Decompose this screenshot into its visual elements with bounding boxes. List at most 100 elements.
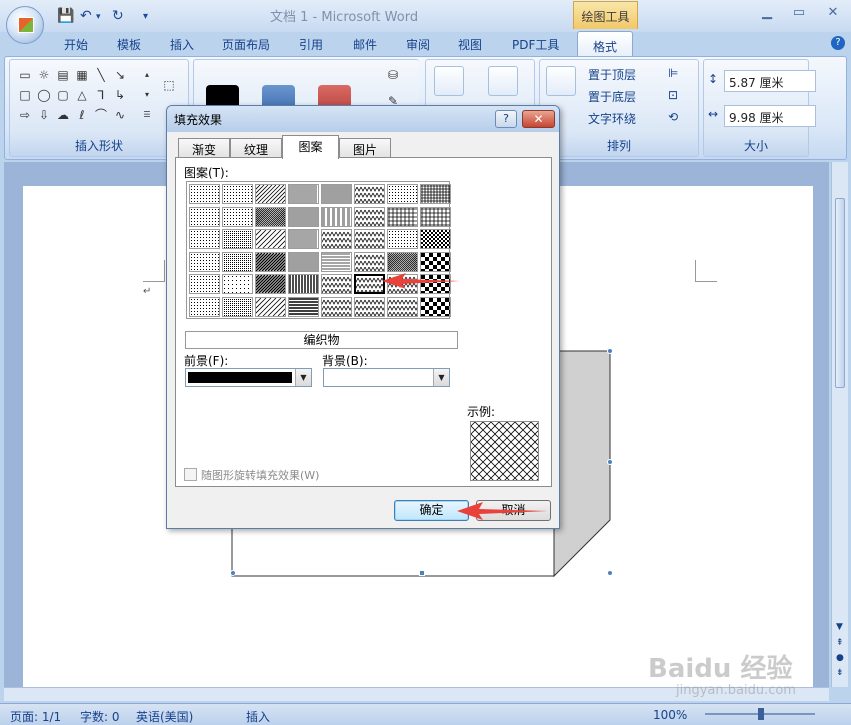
dialog-close-button[interactable]: ✕: [522, 110, 555, 128]
pattern-swatch[interactable]: [222, 251, 253, 272]
pattern-swatch[interactable]: [189, 184, 220, 204]
scroll-down-icon[interactable]: ▼: [836, 622, 843, 632]
text-wrap-button[interactable]: 文字环绕: [588, 110, 636, 127]
tab-texture[interactable]: 纹理: [230, 138, 282, 158]
callout-shape-icon[interactable]: ☁: [56, 108, 70, 122]
tab-review[interactable]: 审阅: [406, 36, 430, 53]
pattern-swatch[interactable]: [237, 251, 302, 272]
rotate-icon[interactable]: ⟲: [668, 110, 678, 124]
fill-color-icon[interactable]: ⛁: [386, 68, 400, 82]
pattern-swatch[interactable]: [321, 206, 352, 227]
oval-shape-icon[interactable]: ◯: [37, 88, 51, 102]
pattern-swatch[interactable]: [288, 229, 319, 249]
tab-references[interactable]: 引用: [299, 36, 323, 53]
tab-mailings[interactable]: 邮件: [353, 36, 377, 53]
arrow-line-shape-icon[interactable]: ↘: [113, 68, 127, 82]
maximize-icon[interactable]: ▭: [789, 5, 809, 20]
pattern-swatch[interactable]: [189, 274, 220, 294]
pattern-swatch[interactable]: [352, 229, 386, 249]
pattern-swatch[interactable]: [222, 206, 253, 227]
zoom-level[interactable]: 100%: [653, 708, 687, 722]
textbox-shape-icon[interactable]: ▭: [18, 68, 32, 82]
down-arrow-shape-icon[interactable]: ⇩: [37, 108, 51, 122]
pattern-swatch[interactable]: [420, 251, 453, 273]
chevron-down-icon[interactable]: ▼: [295, 369, 311, 386]
right-arrow-shape-icon[interactable]: ⇨: [18, 108, 32, 122]
elbow-connector-icon[interactable]: ⅂: [94, 88, 108, 102]
resize-handle[interactable]: [607, 459, 613, 465]
pattern-swatch[interactable]: [288, 274, 319, 294]
pattern-swatch[interactable]: [369, 251, 435, 272]
pattern-swatch[interactable]: [420, 229, 451, 249]
pattern-swatch[interactable]: [387, 229, 418, 249]
pattern-swatch[interactable]: [237, 274, 302, 294]
undo-icon[interactable]: ↶: [80, 8, 92, 24]
insert-mode-indicator[interactable]: 插入: [246, 708, 270, 725]
tab-pattern[interactable]: 图案: [282, 135, 339, 159]
pattern-swatch[interactable]: [387, 206, 418, 227]
scroll-thumb[interactable]: [835, 198, 845, 388]
threed-effect-button[interactable]: [488, 66, 518, 96]
pattern-swatch[interactable]: [321, 184, 352, 204]
vertical-scrollbar[interactable]: ▼ ⇞ ● ⇟: [831, 162, 848, 687]
close-window-icon[interactable]: ✕: [823, 5, 843, 20]
curved-connector-icon[interactable]: ↳: [113, 88, 127, 102]
pattern-swatch[interactable]: [288, 206, 319, 227]
word-count[interactable]: 字数: 0: [80, 708, 120, 725]
chevron-down-icon[interactable]: ▼: [433, 369, 449, 386]
help-icon[interactable]: ?: [831, 36, 845, 50]
pattern-swatch[interactable]: [319, 296, 353, 317]
curve-shape-icon[interactable]: ∿: [113, 108, 127, 122]
pattern-swatch[interactable]: [319, 274, 353, 294]
minimize-icon[interactable]: ▁: [757, 5, 777, 20]
pattern-swatch[interactable]: [237, 184, 301, 204]
resize-handle[interactable]: [607, 348, 613, 354]
pattern-swatch[interactable]: [189, 229, 220, 249]
tab-insert[interactable]: 插入: [170, 36, 194, 53]
tab-template[interactable]: 模板: [117, 36, 141, 53]
office-button[interactable]: [6, 6, 44, 44]
pattern-swatch[interactable]: [288, 296, 319, 317]
tab-format[interactable]: 格式: [577, 31, 633, 57]
pattern-swatch[interactable]: [189, 206, 220, 227]
resize-handle[interactable]: [230, 570, 236, 576]
shape-height-input[interactable]: 5.87 厘米: [724, 70, 816, 92]
pattern-swatch[interactable]: [385, 296, 419, 317]
pattern-swatch[interactable]: [189, 251, 220, 272]
language-indicator[interactable]: 英语(美国): [136, 708, 193, 725]
edit-shape-icon[interactable]: ⬚: [162, 78, 176, 92]
pattern-swatch[interactable]: [237, 296, 302, 317]
pattern-swatch[interactable]: [237, 229, 302, 249]
pattern-swatch[interactable]: [420, 206, 451, 227]
pattern-swatch[interactable]: [352, 251, 386, 272]
shadow-effect-button[interactable]: [434, 66, 464, 96]
pattern-swatch[interactable]: [387, 184, 418, 204]
tab-gradient[interactable]: 渐变: [178, 138, 230, 158]
position-button[interactable]: [546, 66, 576, 96]
rotate-with-shape-checkbox[interactable]: [184, 468, 197, 481]
sun-shape-icon[interactable]: ☼: [37, 68, 51, 82]
tab-home[interactable]: 开始: [64, 36, 88, 53]
shapes-scroll-down-icon[interactable]: ▾: [140, 88, 154, 102]
pattern-swatch[interactable]: [321, 251, 352, 272]
save-icon[interactable]: 💾: [57, 8, 74, 24]
resize-handle[interactable]: [419, 570, 425, 576]
undo-dropdown-icon[interactable]: ▾: [96, 12, 101, 22]
page-indicator[interactable]: 页面: 1/1: [10, 708, 61, 725]
redo-icon[interactable]: ↻: [112, 8, 124, 24]
customize-qat-icon[interactable]: ▾: [143, 11, 148, 22]
next-page-icon[interactable]: ⇟: [836, 668, 844, 678]
pattern-swatch[interactable]: [222, 296, 253, 317]
shapes-more-icon[interactable]: ☰: [140, 108, 154, 122]
pattern-swatch[interactable]: [352, 206, 386, 227]
freeform-shape-icon[interactable]: ℓ: [75, 108, 89, 122]
dialog-help-button[interactable]: ?: [495, 110, 517, 128]
shape-width-input[interactable]: 9.98 厘米: [724, 105, 816, 127]
pattern-swatch[interactable]: [237, 206, 303, 227]
pattern-swatch[interactable]: [288, 184, 319, 204]
pattern-swatch[interactable]: [222, 274, 253, 294]
tab-page-layout[interactable]: 页面布局: [222, 36, 270, 53]
line-shape-icon[interactable]: ╲: [94, 68, 108, 82]
tab-pdf-tools[interactable]: PDF工具: [512, 36, 559, 53]
pattern-swatch[interactable]: [420, 296, 453, 318]
